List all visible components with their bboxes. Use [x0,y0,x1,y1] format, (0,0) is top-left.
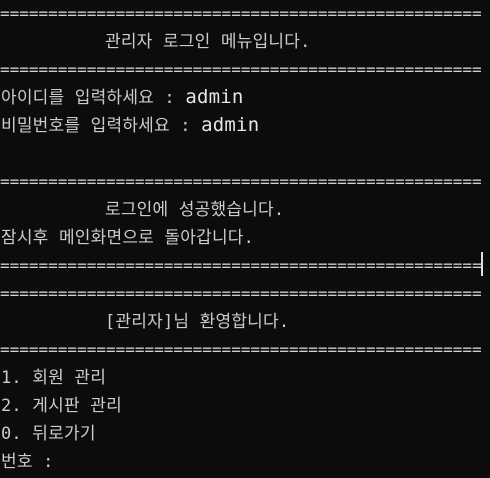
menu-item: 0. 뒤로가기 [1,424,96,444]
separator-line: ========================================… [0,340,482,359]
menu-item: 2. 게시판 관리 [1,396,122,416]
id-input-value: admin [185,86,244,108]
separator-line: ========================================… [0,284,482,303]
menu-title: 관리자 로그인 메뉴입니다. [105,32,311,52]
pw-input-value: admin [201,114,260,136]
separator-line: ========================================… [0,256,482,275]
redirect-message: 잠시후 메인화면으로 돌아갑니다. [1,228,255,248]
separator-line: ========================================… [0,4,482,23]
login-success-message: 로그인에 성공했습니다. [105,200,285,220]
separator-line: ========================================… [0,60,482,79]
pw-prompt: 비밀번호를 입력하세요 : [1,116,202,136]
id-prompt: 아이디를 입력하세요 : [1,88,186,108]
number-prompt[interactable]: 번호 : [1,450,64,474]
separator-line: ========================================… [0,172,482,191]
text-cursor [481,252,483,276]
pw-line: 비밀번호를 입력하세요 : admin [1,113,259,137]
id-line: 아이디를 입력하세요 : admin [1,85,244,109]
menu-item: 1. 회원 관리 [1,368,107,388]
welcome-message: [관리자]님 환영합니다. [105,312,290,332]
terminal-window[interactable]: ========================================… [0,0,490,478]
